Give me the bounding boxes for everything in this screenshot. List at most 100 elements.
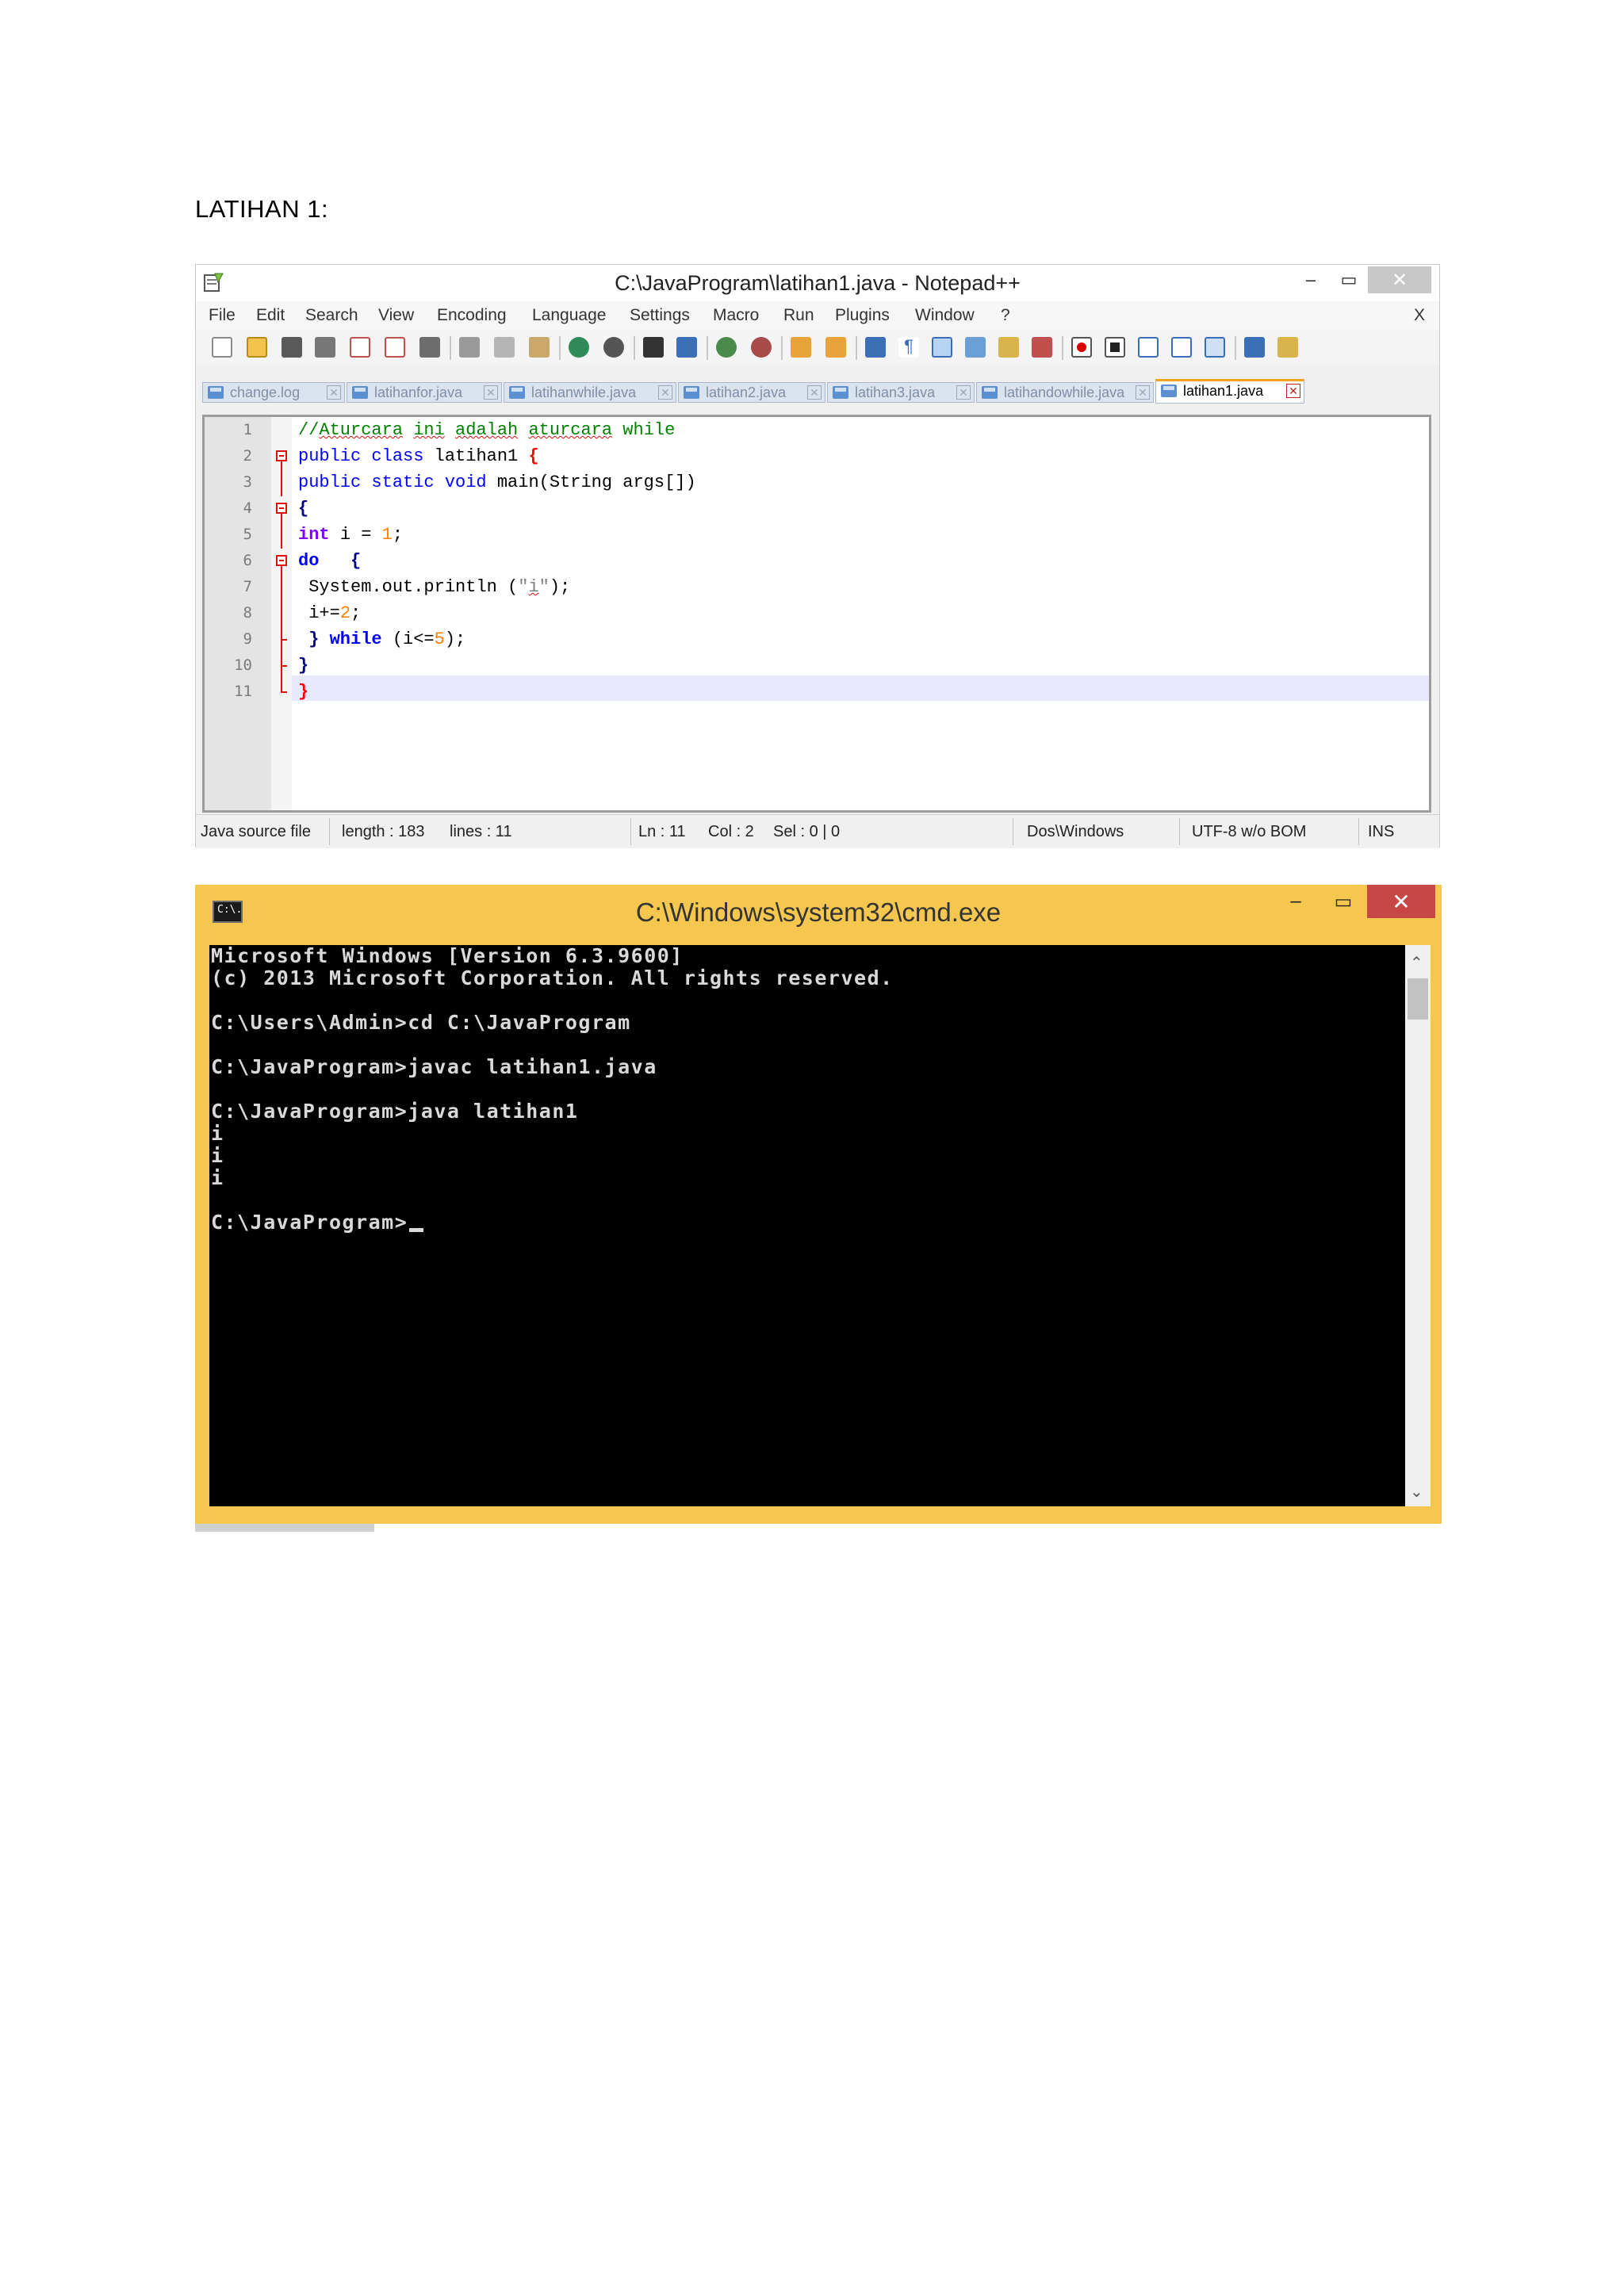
tab-close-icon[interactable]: ✕	[1286, 384, 1300, 398]
file-icon	[982, 386, 998, 399]
play-macro-icon[interactable]	[1138, 337, 1159, 358]
function-list-icon[interactable]	[1032, 337, 1052, 358]
console-line: C:\JavaProgram>javac latihan1.java	[211, 1055, 657, 1078]
class-name: latihan1	[434, 446, 519, 466]
tab-close-icon[interactable]: ✕	[484, 385, 498, 400]
status-separator	[1179, 818, 1180, 845]
tab-close-icon[interactable]: ✕	[327, 385, 341, 400]
cmd-window-controls: ‒ ▭ ✕	[1272, 885, 1435, 918]
show-all-characters-icon[interactable]: ¶	[898, 337, 919, 358]
line-number: 2	[243, 447, 252, 465]
indent-guide-icon[interactable]	[932, 337, 952, 358]
zoom-in-icon[interactable]	[716, 337, 737, 358]
undo-icon[interactable]	[569, 337, 589, 358]
string-literal: i	[528, 577, 539, 597]
menu-settings[interactable]: Settings	[630, 306, 690, 325]
sync-vertical-icon[interactable]	[791, 337, 811, 358]
tab-label: latihandowhile.java	[1004, 385, 1125, 400]
spell-check-icon[interactable]	[1244, 337, 1265, 358]
redo-icon[interactable]	[603, 337, 624, 358]
user-language-icon[interactable]	[965, 337, 986, 358]
menu-window[interactable]: Window	[915, 306, 975, 325]
menu-encoding[interactable]: Encoding	[437, 306, 507, 325]
minimize-button[interactable]: ‒	[1292, 266, 1330, 293]
close-button[interactable]: ✕	[1368, 266, 1431, 293]
code-line-5: int i = 1;	[298, 522, 403, 548]
notepad-menubar: File Edit Search View Encoding Language …	[196, 301, 1439, 330]
tab-close-icon[interactable]: ✕	[807, 385, 822, 400]
maximize-button[interactable]: ▭	[1320, 885, 1367, 918]
copy-icon[interactable]	[494, 337, 515, 358]
menu-macro[interactable]: Macro	[713, 306, 759, 325]
line-number-gutter: 1 2 3 4 5 6 7 8 9 10 11	[205, 417, 271, 810]
scroll-thumb[interactable]	[1408, 978, 1428, 1020]
menu-file[interactable]: File	[209, 306, 236, 325]
find-icon[interactable]	[643, 337, 664, 358]
cmd-titlebar[interactable]: C:\. C:\Windows\system32\cmd.exe ‒ ▭ ✕	[195, 885, 1442, 943]
doc-map-icon[interactable]	[998, 337, 1019, 358]
menu-view[interactable]: View	[378, 306, 414, 325]
fold-toggle-icon[interactable]	[276, 503, 287, 514]
vertical-scrollbar[interactable]: ⌃ ⌄	[1405, 945, 1431, 1506]
fold-toggle-icon[interactable]	[276, 555, 287, 566]
tab-close-icon[interactable]: ✕	[658, 385, 672, 400]
comment-word: aturcara	[528, 420, 613, 440]
save-all-icon[interactable]	[315, 337, 335, 358]
tab-latihanwhile[interactable]: latihanwhile.java ✕	[504, 382, 676, 403]
menu-language[interactable]: Language	[532, 306, 606, 325]
open-file-icon[interactable]	[247, 337, 267, 358]
status-column: Col : 2	[708, 823, 754, 840]
code-editor[interactable]: 1 2 3 4 5 6 7 8 9 10 11 //Aturcara ini a…	[202, 415, 1431, 813]
fold-margin	[271, 417, 292, 810]
tab-latihan3[interactable]: latihan3.java ✕	[827, 382, 975, 403]
tab-latihan1[interactable]: latihan1.java ✕	[1155, 379, 1304, 404]
text-cursor	[409, 1228, 424, 1232]
code-line-9: } while (i<=5);	[298, 626, 465, 652]
record-macro-icon[interactable]	[1071, 337, 1092, 358]
cut-icon[interactable]	[459, 337, 480, 358]
fold-toggle-icon[interactable]	[276, 450, 287, 461]
scroll-up-icon[interactable]: ⌃	[1410, 953, 1423, 973]
word-wrap-icon[interactable]	[865, 337, 886, 358]
tab-label: latihan3.java	[855, 385, 936, 400]
sync-horizontal-icon[interactable]	[825, 337, 846, 358]
plugin-icon[interactable]	[1277, 337, 1298, 358]
paste-icon[interactable]	[529, 337, 550, 358]
tab-latihandowhile[interactable]: latihandowhile.java ✕	[976, 382, 1154, 403]
save-macro-icon[interactable]	[1205, 337, 1225, 358]
file-icon	[208, 386, 224, 399]
run-macro-multiple-icon[interactable]	[1171, 337, 1192, 358]
menu-search[interactable]: Search	[305, 306, 358, 325]
scroll-down-icon[interactable]: ⌄	[1410, 1482, 1423, 1502]
brace: {	[528, 446, 539, 466]
comment-word: Aturcara	[319, 420, 404, 440]
fold-end-marker	[281, 639, 287, 641]
minimize-button[interactable]: ‒	[1272, 885, 1320, 918]
zoom-out-icon[interactable]	[751, 337, 772, 358]
maximize-button[interactable]: ▭	[1330, 266, 1368, 293]
notepad-titlebar[interactable]: C:\JavaProgram\latihan1.java - Notepad++…	[196, 265, 1439, 301]
menu-edit[interactable]: Edit	[256, 306, 285, 325]
tab-latihan2[interactable]: latihan2.java ✕	[678, 382, 825, 403]
tab-close-icon[interactable]: ✕	[956, 385, 971, 400]
code-text-area[interactable]: //Aturcara ini adalah aturcara while pub…	[292, 417, 1429, 810]
toolbar-separator	[634, 336, 635, 360]
print-icon[interactable]	[419, 337, 440, 358]
close-file-icon[interactable]	[350, 337, 370, 358]
close-document-button[interactable]: X	[1414, 306, 1425, 325]
tab-close-icon[interactable]: ✕	[1136, 385, 1150, 400]
replace-icon[interactable]	[676, 337, 697, 358]
menu-run[interactable]: Run	[783, 306, 814, 325]
close-button[interactable]: ✕	[1367, 885, 1435, 918]
tab-latihanfor[interactable]: latihanfor.java ✕	[347, 382, 502, 403]
line-number: 11	[234, 683, 252, 700]
tab-change-log[interactable]: change.log ✕	[202, 382, 345, 403]
menu-plugins[interactable]: Plugins	[835, 306, 890, 325]
save-icon[interactable]	[282, 337, 302, 358]
new-file-icon[interactable]	[212, 337, 232, 358]
line-number: 1	[243, 421, 252, 438]
close-all-icon[interactable]	[385, 337, 405, 358]
console-output[interactable]: Microsoft Windows [Version 6.3.9600] (c)…	[209, 945, 1405, 1506]
stop-macro-icon[interactable]	[1105, 337, 1125, 358]
menu-help[interactable]: ?	[1001, 306, 1010, 325]
